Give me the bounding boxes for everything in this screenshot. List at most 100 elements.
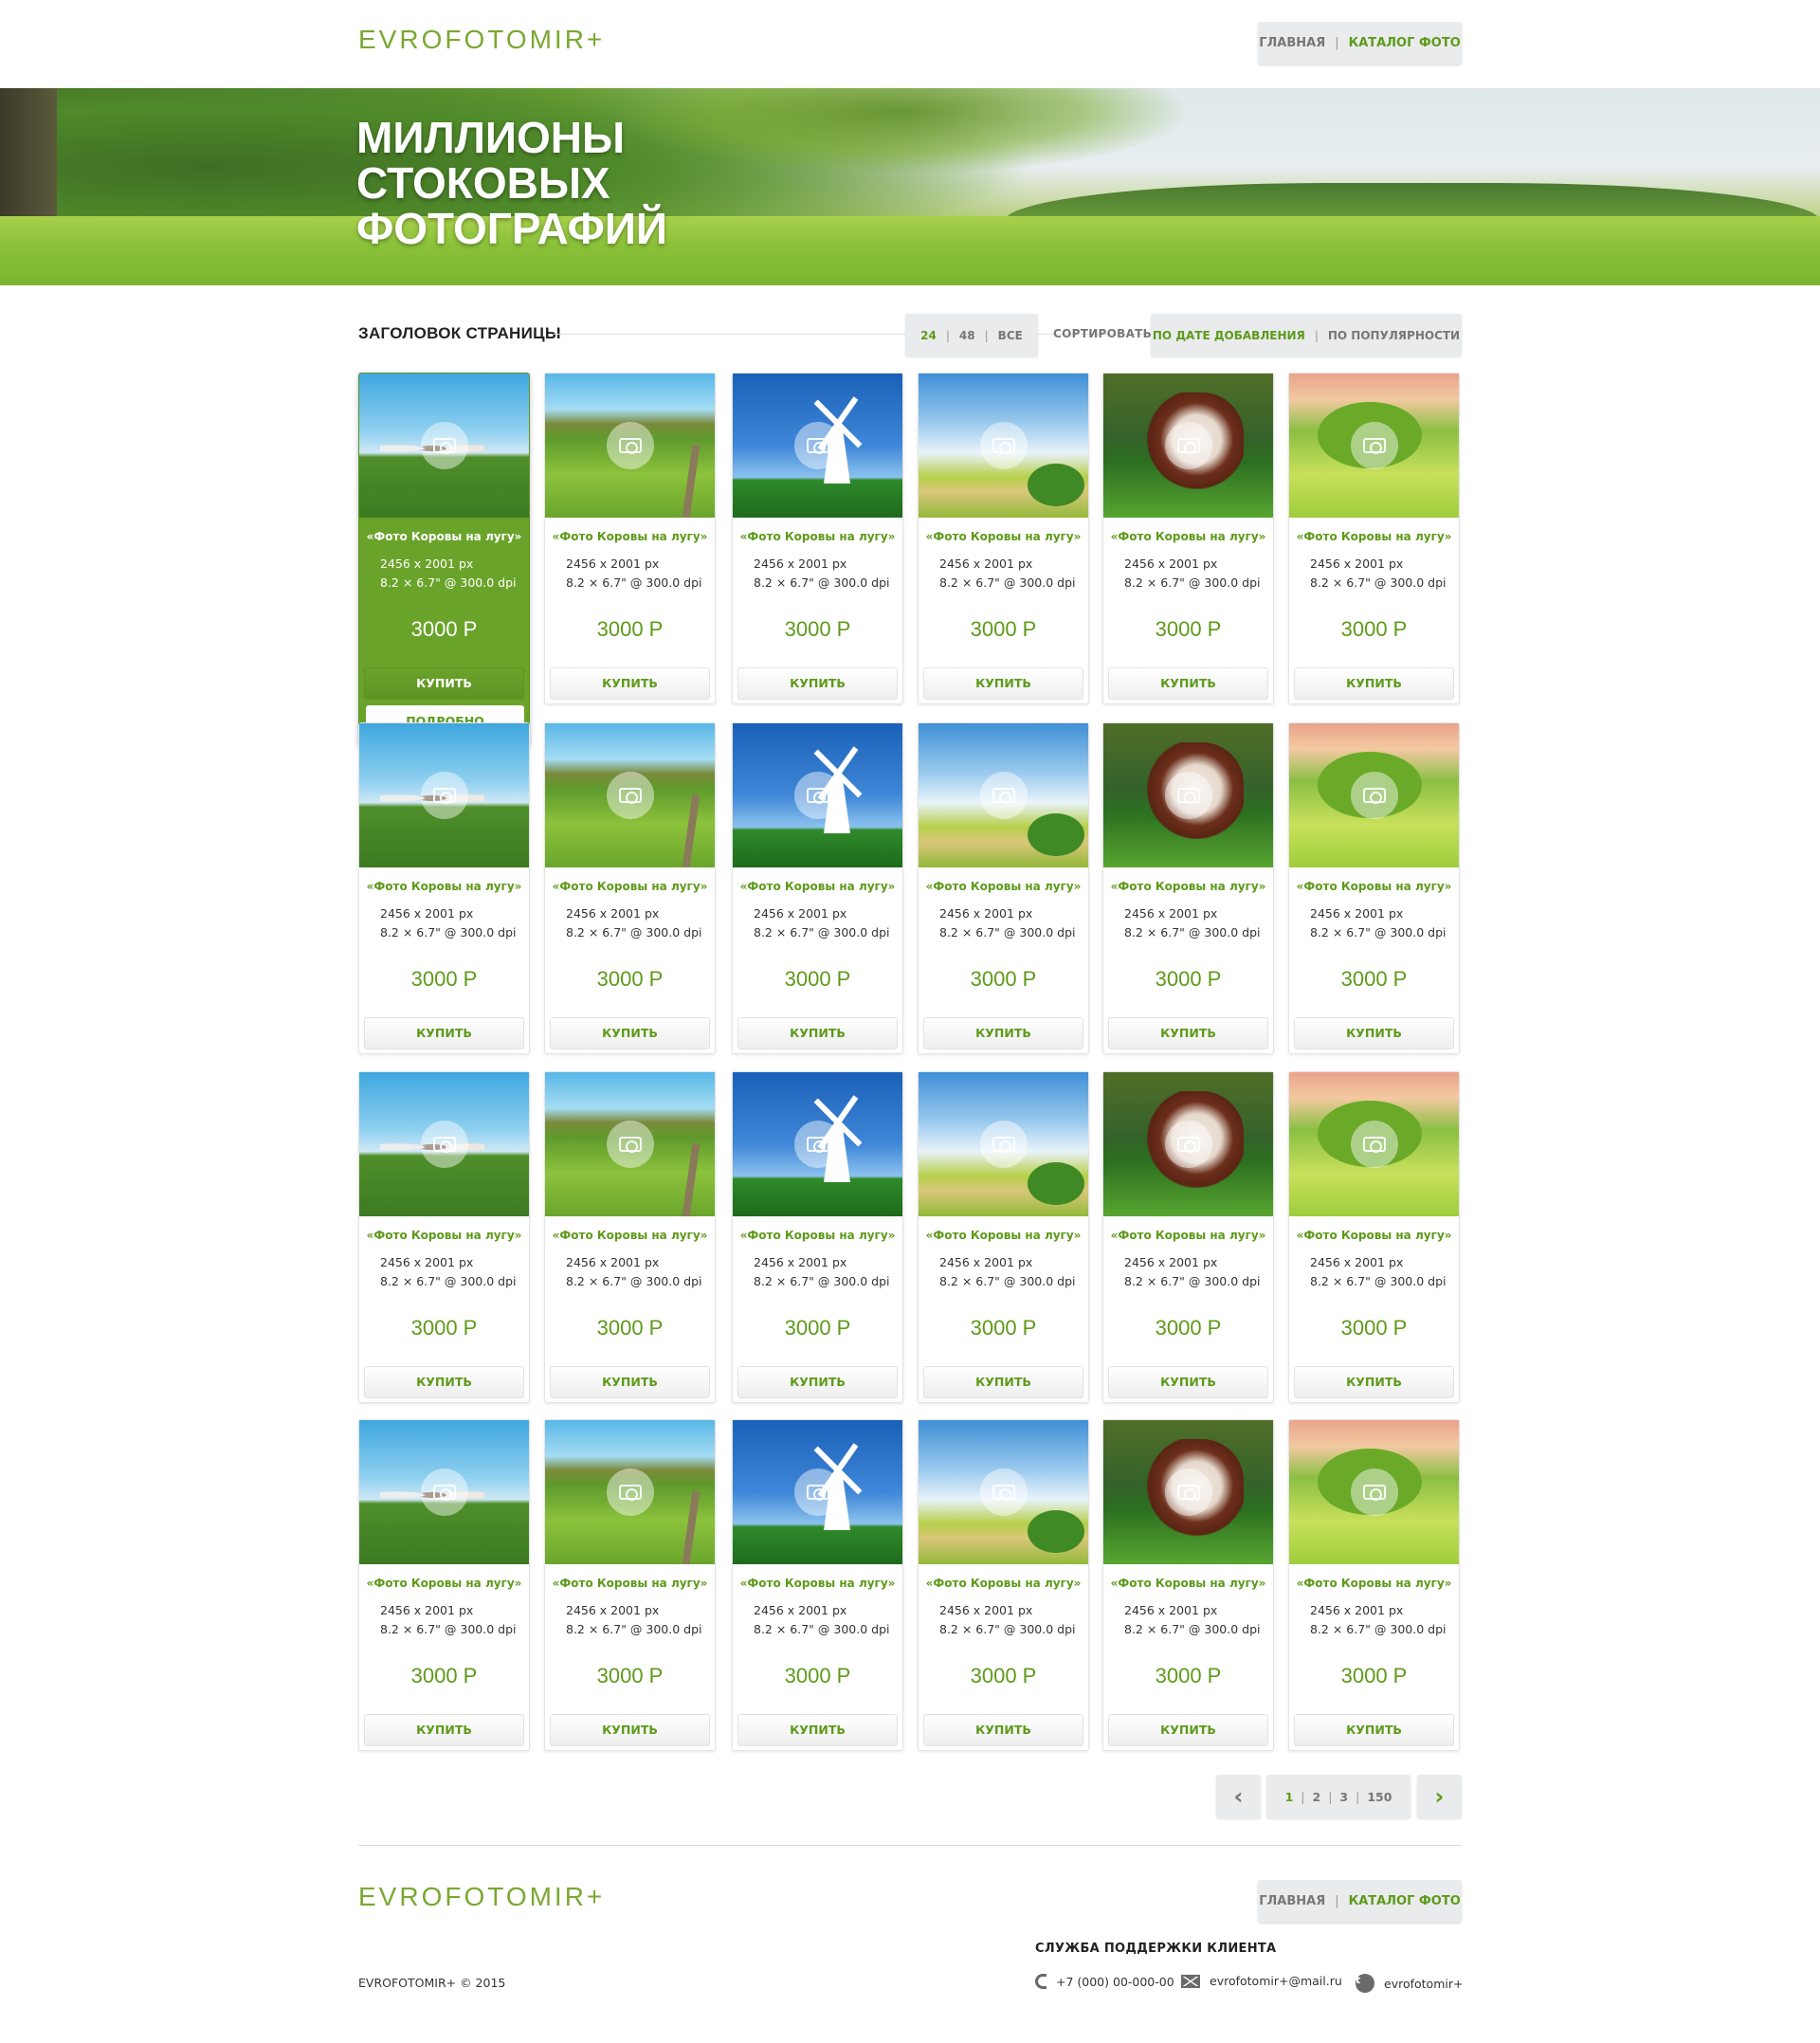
product-photo[interactable]: [1103, 374, 1273, 518]
product-card[interactable]: «Фото Коровы на лугу» 2456 x 2001 px 8.2 ×…: [918, 1071, 1089, 1403]
product-name[interactable]: «Фото Коровы на лугу»: [359, 880, 529, 893]
product-name[interactable]: «Фото Коровы на лугу»: [359, 1577, 529, 1590]
buy-button[interactable]: КУПИТЬ: [364, 667, 524, 700]
buy-button[interactable]: КУПИТЬ: [737, 667, 898, 700]
product-card[interactable]: «Фото Коровы на лугу» 2456 x 2001 px 8.2 ×…: [358, 1071, 530, 1403]
product-name[interactable]: «Фото Коровы на лугу»: [733, 1229, 902, 1242]
camera-icon[interactable]: [607, 422, 654, 469]
buy-button[interactable]: КУПИТЬ: [1294, 1366, 1454, 1398]
buy-button[interactable]: КУПИТЬ: [364, 1366, 524, 1398]
camera-icon[interactable]: [980, 772, 1028, 819]
product-card[interactable]: «Фото Коровы на лугу» 2456 x 2001 px 8.2 ×…: [732, 722, 903, 1054]
phone-number[interactable]: +7 (000) 00-000-00: [1056, 1975, 1174, 1989]
product-name[interactable]: «Фото Коровы на лугу»: [1103, 880, 1273, 893]
camera-icon[interactable]: [1351, 1468, 1398, 1516]
camera-icon[interactable]: [1165, 422, 1212, 469]
camera-icon[interactable]: [980, 422, 1028, 469]
product-card[interactable]: «Фото Коровы на лугу» 2456 x 2001 px 8.2 ×…: [358, 1419, 530, 1751]
product-photo[interactable]: [545, 1420, 715, 1564]
camera-icon[interactable]: [980, 1121, 1028, 1168]
product-name[interactable]: «Фото Коровы на лугу»: [733, 1577, 902, 1590]
product-photo[interactable]: [1103, 723, 1273, 867]
per-page-all[interactable]: ВСЕ: [998, 329, 1023, 342]
product-photo[interactable]: [1289, 723, 1459, 867]
product-name[interactable]: «Фото Коровы на лугу»: [545, 530, 715, 543]
product-card[interactable]: «Фото Коровы на лугу» 2456 x 2001 px 8.2 ×…: [732, 1419, 903, 1751]
camera-icon[interactable]: [794, 772, 842, 819]
page-link-1[interactable]: 1: [1285, 1790, 1294, 1804]
product-card[interactable]: «Фото Коровы на лугу» 2456 x 2001 px 8.2 ×…: [918, 722, 1089, 1054]
product-name[interactable]: «Фото Коровы на лугу»: [545, 880, 715, 893]
product-name[interactable]: «Фото Коровы на лугу»: [733, 530, 902, 543]
footer-logo[interactable]: EVROFOTOMIR+: [358, 1882, 605, 1912]
buy-button[interactable]: КУПИТЬ: [1108, 1366, 1268, 1398]
buy-button[interactable]: КУПИТЬ: [1108, 667, 1268, 700]
camera-icon[interactable]: [794, 422, 842, 469]
product-photo[interactable]: [545, 374, 715, 518]
camera-icon[interactable]: [421, 422, 468, 469]
per-page-48[interactable]: 48: [959, 329, 975, 342]
product-photo[interactable]: [1289, 1420, 1459, 1564]
product-name[interactable]: «Фото Коровы на лугу»: [919, 1577, 1088, 1590]
camera-icon[interactable]: [421, 1121, 468, 1168]
footer-nav-home-link[interactable]: ГЛАВНАЯ: [1259, 1894, 1325, 1908]
email-link[interactable]: evrofotomir+@mail.ru: [1210, 1974, 1342, 1988]
product-name[interactable]: «Фото Коровы на лугу»: [1103, 1577, 1273, 1590]
product-photo[interactable]: [359, 1072, 529, 1216]
product-name[interactable]: «Фото Коровы на лугу»: [1103, 1229, 1273, 1242]
buy-button[interactable]: КУПИТЬ: [550, 1366, 710, 1398]
buy-button[interactable]: КУПИТЬ: [923, 1017, 1083, 1049]
buy-button[interactable]: КУПИТЬ: [550, 667, 710, 700]
product-name[interactable]: «Фото Коровы на лугу»: [733, 880, 902, 893]
product-name[interactable]: «Фото Коровы на лугу»: [359, 530, 529, 543]
page-link-2[interactable]: 2: [1312, 1790, 1320, 1804]
product-card[interactable]: «Фото Коровы на лугу» 2456 x 2001 px 8.2 ×…: [544, 373, 716, 704]
product-photo[interactable]: [1103, 1072, 1273, 1216]
product-card[interactable]: «Фото Коровы на лугу» 2456 x 2001 px 8.2 ×…: [918, 373, 1089, 704]
product-card[interactable]: «Фото Коровы на лугу» 2456 x 2001 px 8.2 ×…: [358, 373, 530, 746]
buy-button[interactable]: КУПИТЬ: [923, 667, 1083, 700]
camera-icon[interactable]: [794, 1121, 842, 1168]
buy-button[interactable]: КУПИТЬ: [364, 1017, 524, 1049]
buy-button[interactable]: КУПИТЬ: [737, 1714, 898, 1746]
product-name[interactable]: «Фото Коровы на лугу»: [1289, 1577, 1459, 1590]
product-photo[interactable]: [919, 723, 1088, 867]
product-card[interactable]: «Фото Коровы на лугу» 2456 x 2001 px 8.2 ×…: [732, 1071, 903, 1403]
per-page-24[interactable]: 24: [920, 329, 937, 342]
buy-button[interactable]: КУПИТЬ: [1294, 1714, 1454, 1746]
product-photo[interactable]: [1289, 1072, 1459, 1216]
product-photo[interactable]: [733, 1072, 902, 1216]
buy-button[interactable]: КУПИТЬ: [1294, 667, 1454, 700]
product-card[interactable]: «Фото Коровы на лугу» 2456 x 2001 px 8.2 ×…: [1102, 1071, 1274, 1403]
sort-by-date[interactable]: ПО ДАТЕ ДОБАВЛЕНИЯ: [1153, 329, 1305, 342]
camera-icon[interactable]: [794, 1468, 842, 1516]
product-photo[interactable]: [919, 1420, 1088, 1564]
buy-button[interactable]: КУПИТЬ: [1108, 1017, 1268, 1049]
product-card[interactable]: «Фото Коровы на лугу» 2456 x 2001 px 8.2 ×…: [1102, 1419, 1274, 1751]
camera-icon[interactable]: [607, 772, 654, 819]
product-photo[interactable]: [1103, 1420, 1273, 1564]
camera-icon[interactable]: [980, 1468, 1028, 1516]
product-photo[interactable]: [733, 374, 902, 518]
product-name[interactable]: «Фото Коровы на лугу»: [919, 880, 1088, 893]
next-page-button[interactable]: ›: [1417, 1775, 1462, 1818]
buy-button[interactable]: КУПИТЬ: [737, 1017, 898, 1049]
nav-catalog-link[interactable]: КАТАЛОГ ФОТО: [1349, 36, 1461, 50]
buy-button[interactable]: КУПИТЬ: [923, 1714, 1083, 1746]
product-card[interactable]: «Фото Коровы на лугу» 2456 x 2001 px 8.2 ×…: [544, 1419, 716, 1751]
product-card[interactable]: «Фото Коровы на лугу» 2456 x 2001 px 8.2 ×…: [1288, 1071, 1460, 1403]
nav-home-link[interactable]: ГЛАВНАЯ: [1259, 36, 1325, 50]
camera-icon[interactable]: [607, 1121, 654, 1168]
camera-icon[interactable]: [1165, 1121, 1212, 1168]
product-card[interactable]: «Фото Коровы на лугу» 2456 x 2001 px 8.2 ×…: [1102, 373, 1274, 704]
product-photo[interactable]: [733, 723, 902, 867]
camera-icon[interactable]: [607, 1468, 654, 1516]
product-name[interactable]: «Фото Коровы на лугу»: [919, 1229, 1088, 1242]
product-card[interactable]: «Фото Коровы на лугу» 2456 x 2001 px 8.2 ×…: [1288, 722, 1460, 1054]
prev-page-button[interactable]: ‹: [1216, 1775, 1261, 1818]
camera-icon[interactable]: [1351, 422, 1398, 469]
product-card[interactable]: «Фото Коровы на лугу» 2456 x 2001 px 8.2 ×…: [1288, 1419, 1460, 1751]
camera-icon[interactable]: [1351, 1121, 1398, 1168]
product-photo[interactable]: [919, 374, 1088, 518]
buy-button[interactable]: КУПИТЬ: [550, 1714, 710, 1746]
